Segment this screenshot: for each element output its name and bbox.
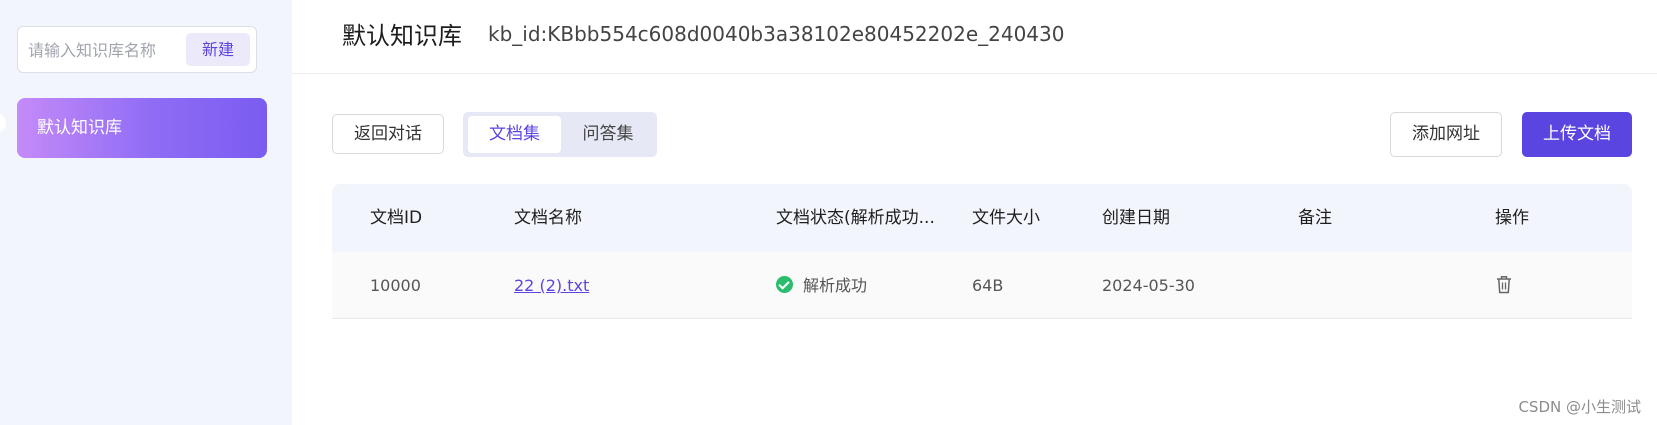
column-header-note: 备注 bbox=[1298, 208, 1332, 228]
cell-doc-name: 22 (2).txt bbox=[514, 252, 589, 319]
column-header-actions: 操作 bbox=[1495, 208, 1529, 228]
add-url-button[interactable]: 添加网址 bbox=[1390, 112, 1502, 157]
kb-search-box: 新建 bbox=[17, 26, 257, 73]
doc-tabs: 文档集 问答集 bbox=[463, 112, 657, 157]
doc-name-link[interactable]: 22 (2).txt bbox=[514, 276, 589, 295]
cell-file-size: 64B bbox=[972, 276, 1004, 295]
cell-created-date: 2024-05-30 bbox=[1102, 276, 1195, 295]
table-header: 文档ID 文档名称 文档状态(解析成功... 文件大小 创建日期 备注 操作 bbox=[332, 184, 1632, 252]
kb-id-label: kb_id:KBbb554c608d0040b3a38102e80452202e… bbox=[488, 22, 1065, 46]
cell-doc-id: 10000 bbox=[370, 276, 421, 295]
column-header-doc-status: 文档状态(解析成功... bbox=[776, 208, 935, 228]
cell-doc-status: 解析成功 bbox=[776, 252, 867, 319]
sidebar: 新建 默认知识库 bbox=[0, 0, 292, 425]
back-to-chat-button[interactable]: 返回对话 bbox=[332, 114, 444, 154]
kb-search-input[interactable] bbox=[28, 39, 178, 61]
sidebar-item-default-kb[interactable]: 默认知识库 bbox=[17, 98, 267, 158]
column-header-created-date: 创建日期 bbox=[1102, 208, 1170, 228]
check-circle-icon bbox=[776, 276, 793, 293]
new-kb-button[interactable]: 新建 bbox=[186, 33, 250, 66]
documents-table: 文档ID 文档名称 文档状态(解析成功... 文件大小 创建日期 备注 操作 1… bbox=[332, 184, 1632, 319]
trash-icon[interactable] bbox=[1496, 275, 1512, 294]
column-header-file-size: 文件大小 bbox=[972, 208, 1040, 228]
sidebar-collapse-handle[interactable] bbox=[0, 113, 6, 133]
tab-documents[interactable]: 文档集 bbox=[468, 116, 561, 153]
page-header: 默认知识库 kb_id:KBbb554c608d0040b3a38102e804… bbox=[292, 0, 1657, 74]
status-text: 解析成功 bbox=[803, 276, 868, 295]
page-title: 默认知识库 bbox=[342, 22, 462, 50]
watermark-text: CSDN @小生测试 bbox=[1518, 398, 1641, 416]
column-header-doc-id: 文档ID bbox=[370, 208, 423, 228]
column-header-doc-name: 文档名称 bbox=[514, 208, 582, 228]
upload-document-button[interactable]: 上传文档 bbox=[1522, 112, 1632, 157]
tab-qa[interactable]: 问答集 bbox=[563, 116, 653, 153]
table-row: 10000 22 (2).txt 解析成功 64B 2024-05-30 bbox=[332, 252, 1632, 319]
